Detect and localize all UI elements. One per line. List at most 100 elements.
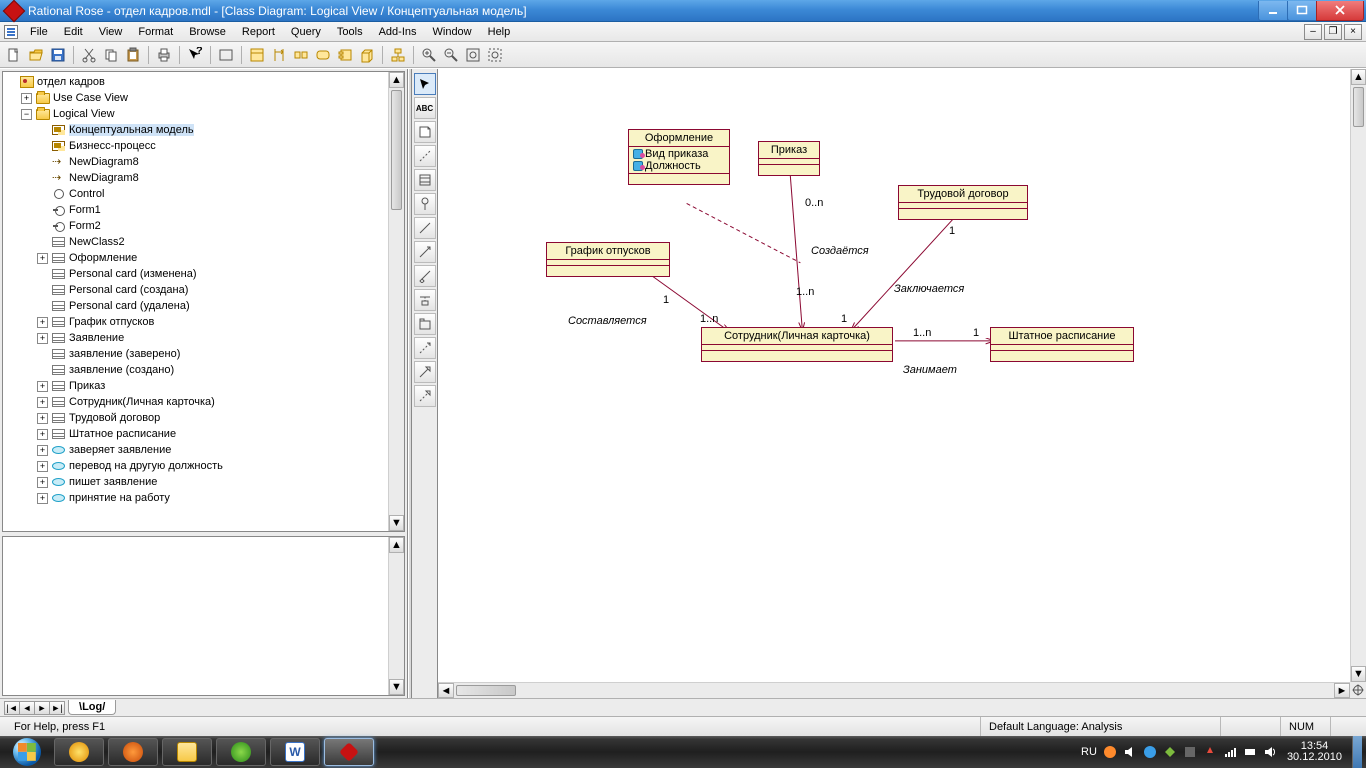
menu-format[interactable]: Format (130, 24, 181, 40)
expand-icon[interactable] (37, 285, 48, 296)
expand-icon[interactable] (37, 157, 48, 168)
tree-item[interactable]: +Use Case View (5, 90, 386, 106)
scroll-up-button[interactable]: ▲ (389, 72, 404, 88)
print-button[interactable] (154, 45, 174, 65)
start-button[interactable] (4, 737, 50, 767)
parent-button[interactable] (388, 45, 408, 65)
paste-button[interactable] (123, 45, 143, 65)
scroll-up-button[interactable]: ▲ (1351, 69, 1366, 85)
depend-tool[interactable] (414, 337, 436, 359)
tree-item[interactable]: +Приказ (5, 378, 386, 394)
class-grafik[interactable]: График отпусков (546, 242, 670, 277)
tree-item[interactable]: отдел кадров (5, 74, 386, 90)
zoomin-button[interactable] (419, 45, 439, 65)
tree-item[interactable]: Personal card (удалена) (5, 298, 386, 314)
tab-last-button[interactable]: ►| (49, 701, 65, 715)
new-button[interactable] (4, 45, 24, 65)
tree-item[interactable]: NewClass2 (5, 234, 386, 250)
tree-item[interactable]: +Трудовой договор (5, 410, 386, 426)
expand-icon[interactable] (37, 125, 48, 136)
expand-icon[interactable]: + (37, 477, 48, 488)
view1-button[interactable] (216, 45, 236, 65)
expand-icon[interactable]: + (37, 253, 48, 264)
menu-report[interactable]: Report (234, 24, 283, 40)
task-firefox[interactable] (108, 738, 158, 766)
tree-item[interactable]: NewDiagram8 (5, 154, 386, 170)
browse-seq-button[interactable] (269, 45, 289, 65)
expand-icon[interactable]: + (37, 381, 48, 392)
expand-icon[interactable]: + (37, 493, 48, 504)
mdi-minimize-button[interactable]: – (1304, 24, 1322, 40)
aggreg-tool[interactable] (414, 265, 436, 287)
pan-grip-icon[interactable] (1350, 682, 1366, 698)
expand-icon[interactable] (37, 237, 48, 248)
tree-item[interactable]: +Сотрудник(Личная карточка) (5, 394, 386, 410)
expand-icon[interactable] (37, 221, 48, 232)
task-rose[interactable] (324, 738, 374, 766)
canvas-vscrollbar[interactable]: ▲ ▼ (1350, 69, 1366, 682)
tree-item[interactable]: Personal card (изменена) (5, 266, 386, 282)
minimize-button[interactable] (1258, 1, 1288, 21)
class-tool[interactable] (414, 169, 436, 191)
tree-item[interactable]: Бизнесс-процесс (5, 138, 386, 154)
class-prikaz[interactable]: Приказ (758, 141, 820, 176)
tree-item[interactable]: +Оформление (5, 250, 386, 266)
volume-icon[interactable] (1263, 745, 1277, 759)
tree-item[interactable]: +заверяет заявление (5, 442, 386, 458)
scroll-thumb[interactable] (391, 90, 402, 210)
context-help-button[interactable]: ? (185, 45, 205, 65)
scroll-down-button[interactable]: ▼ (389, 515, 404, 531)
menu-browse[interactable]: Browse (181, 24, 234, 40)
expand-icon[interactable] (5, 77, 16, 88)
class-shtatnoe[interactable]: Штатное расписание (990, 327, 1134, 362)
tray-icon[interactable] (1183, 745, 1197, 759)
expand-icon[interactable] (37, 141, 48, 152)
tray-icon[interactable] (1103, 745, 1117, 759)
scroll-left-button[interactable]: ◄ (438, 683, 454, 698)
diagram-canvas[interactable]: Оформление Вид приказа Должность Приказ … (438, 69, 1350, 682)
expand-icon[interactable]: + (37, 461, 48, 472)
package-tool[interactable] (414, 313, 436, 335)
save-button[interactable] (48, 45, 68, 65)
assocclass-tool[interactable] (414, 289, 436, 311)
expand-icon[interactable] (37, 205, 48, 216)
class-sotrudnik[interactable]: Сотрудник(Личная карточка) (701, 327, 893, 362)
menu-file[interactable]: File (22, 24, 56, 40)
tree-item[interactable]: +График отпусков (5, 314, 386, 330)
tree-scrollbar[interactable]: ▲ ▼ (388, 72, 404, 531)
tree-item[interactable]: Form2 (5, 218, 386, 234)
scroll-thumb[interactable] (456, 685, 516, 696)
tray-icon[interactable] (1143, 745, 1157, 759)
expand-icon[interactable] (37, 365, 48, 376)
expand-icon[interactable] (37, 301, 48, 312)
task-explorer[interactable] (162, 738, 212, 766)
expand-icon[interactable]: + (37, 397, 48, 408)
note-tool[interactable] (414, 121, 436, 143)
class-trudovoi[interactable]: Трудовой договор (898, 185, 1028, 220)
tray-lang[interactable]: RU (1081, 746, 1097, 758)
expand-icon[interactable] (37, 269, 48, 280)
realize-tool[interactable] (414, 385, 436, 407)
tray-icon[interactable] (1163, 745, 1177, 759)
anchor-tool[interactable] (414, 145, 436, 167)
copy-button[interactable] (101, 45, 121, 65)
browse-deploy-button[interactable] (357, 45, 377, 65)
menu-query[interactable]: Query (283, 24, 329, 40)
tree-item[interactable]: −Logical View (5, 106, 386, 122)
volume-icon[interactable] (1123, 745, 1137, 759)
browser-tree[interactable]: отдел кадров+Use Case View−Logical ViewК… (3, 72, 388, 531)
expand-icon[interactable] (37, 189, 48, 200)
uniassoc-tool[interactable] (414, 241, 436, 263)
interface-tool[interactable] (414, 193, 436, 215)
tree-item[interactable]: Personal card (создана) (5, 282, 386, 298)
scroll-down-button[interactable]: ▼ (1351, 666, 1366, 682)
close-button[interactable] (1316, 1, 1364, 21)
scroll-down-button[interactable]: ▼ (389, 679, 404, 695)
browse-collab-button[interactable] (291, 45, 311, 65)
tab-first-button[interactable]: |◄ (4, 701, 20, 715)
show-desktop-button[interactable] (1352, 736, 1362, 768)
expand-icon[interactable]: + (37, 333, 48, 344)
expand-icon[interactable] (37, 349, 48, 360)
browse-state-button[interactable] (313, 45, 333, 65)
expand-icon[interactable]: + (21, 93, 32, 104)
